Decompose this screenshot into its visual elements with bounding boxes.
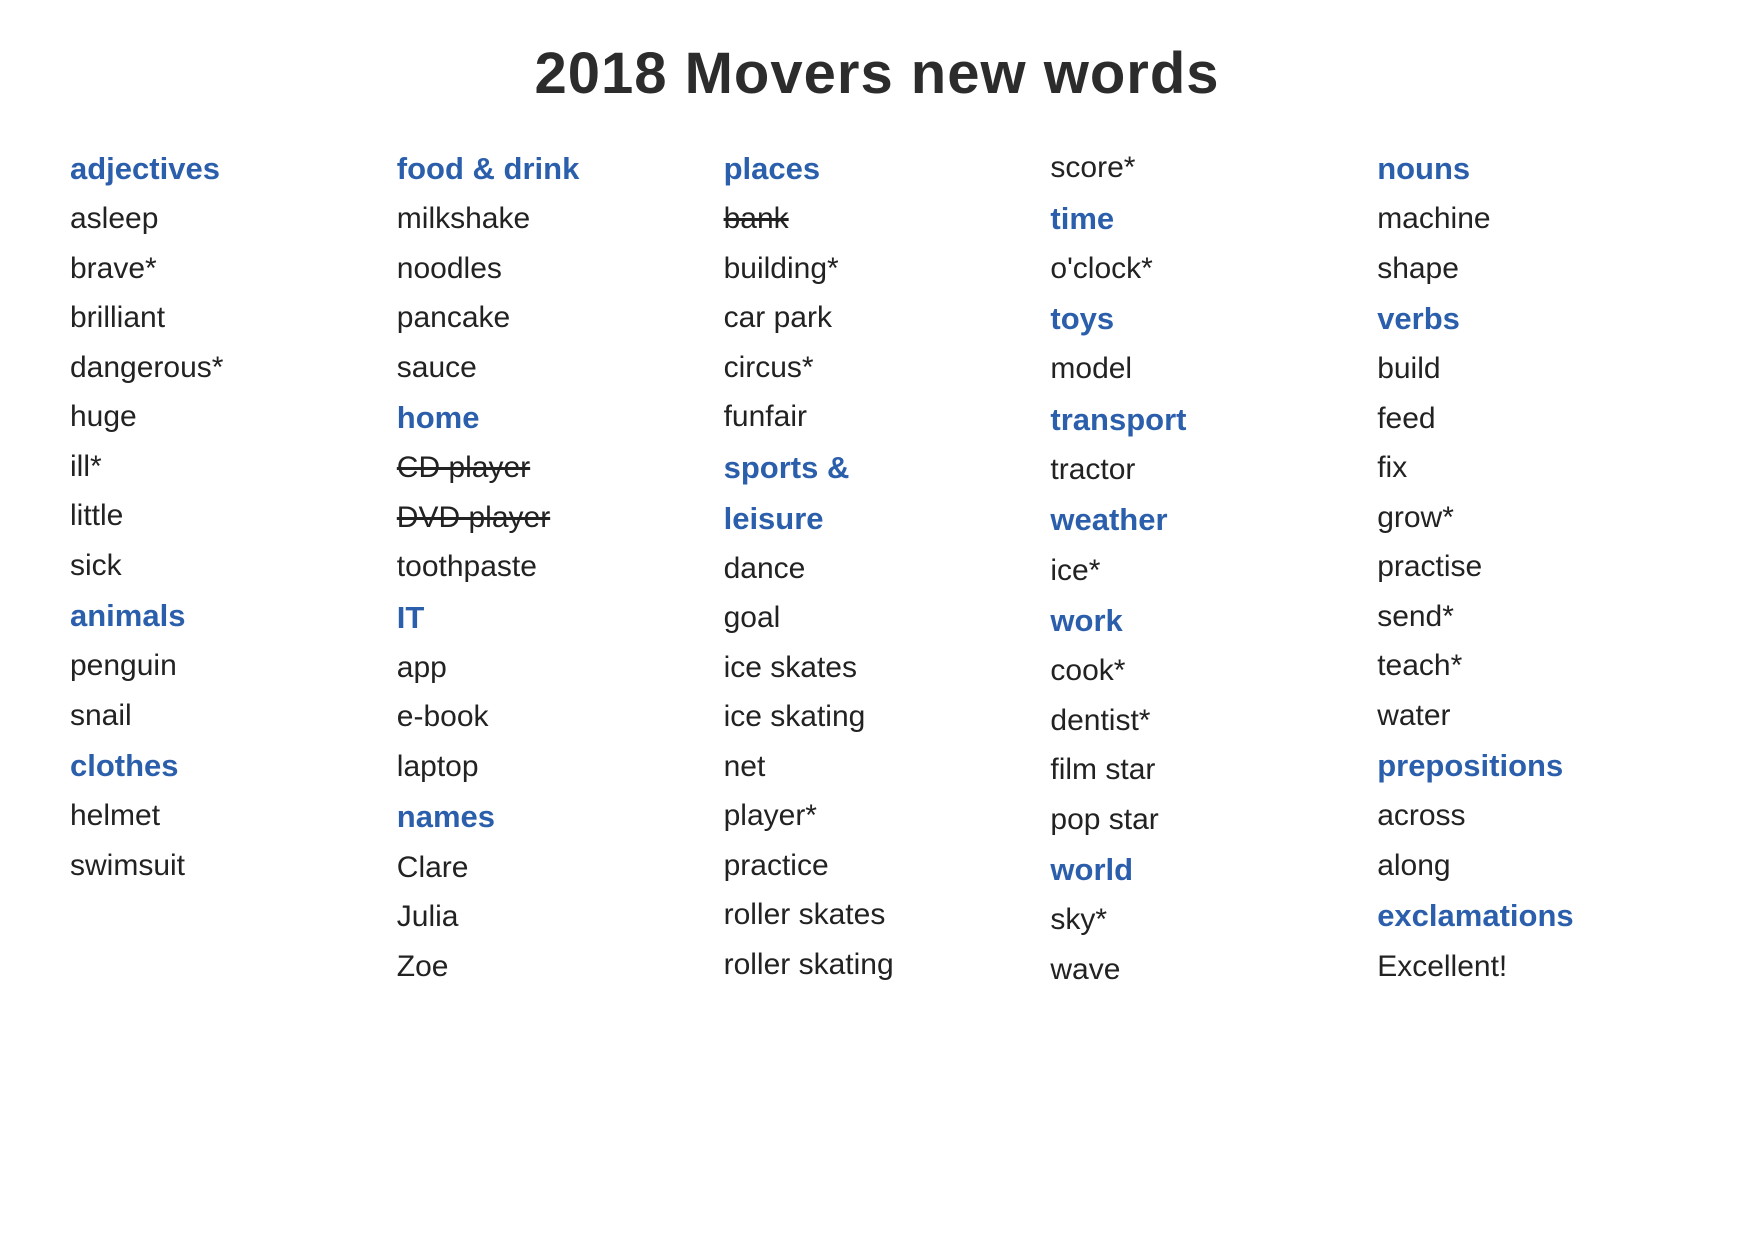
word-item: ill* bbox=[70, 442, 377, 492]
word-item: feed bbox=[1377, 394, 1684, 444]
word-item: funfair bbox=[724, 392, 1031, 442]
word-item: animals bbox=[70, 590, 377, 641]
word-item: IT bbox=[397, 592, 704, 643]
word-item: net bbox=[724, 742, 1031, 792]
word-item: ice* bbox=[1050, 546, 1357, 596]
word-item: places bbox=[724, 143, 1031, 194]
column-3: placesbankbuilding*car parkcircus*funfai… bbox=[714, 143, 1041, 994]
word-item: water bbox=[1377, 691, 1684, 741]
word-item: fix bbox=[1377, 443, 1684, 493]
word-item: practise bbox=[1377, 542, 1684, 592]
word-item: along bbox=[1377, 841, 1684, 891]
word-item: verbs bbox=[1377, 293, 1684, 344]
word-item: app bbox=[397, 643, 704, 693]
column-1: adjectivesasleepbrave*brilliantdangerous… bbox=[60, 143, 387, 994]
word-item: prepositions bbox=[1377, 740, 1684, 791]
word-item: film star bbox=[1050, 745, 1357, 795]
word-item: shape bbox=[1377, 244, 1684, 294]
word-item: build bbox=[1377, 344, 1684, 394]
word-item: noodles bbox=[397, 244, 704, 294]
word-item: roller skates bbox=[724, 890, 1031, 940]
word-item: exclamations bbox=[1377, 890, 1684, 941]
column-2: food & drinkmilkshakenoodlespancakesauce… bbox=[387, 143, 714, 994]
word-item: toothpaste bbox=[397, 542, 704, 592]
word-item: work bbox=[1050, 595, 1357, 646]
word-item: send* bbox=[1377, 592, 1684, 642]
word-item: world bbox=[1050, 844, 1357, 895]
word-item: Excellent! bbox=[1377, 942, 1684, 992]
word-item: circus* bbox=[724, 343, 1031, 393]
column-4: score*timeo'clock*toysmodeltransporttrac… bbox=[1040, 143, 1367, 994]
word-item: weather bbox=[1050, 494, 1357, 545]
word-item: pop star bbox=[1050, 795, 1357, 845]
word-item: clothes bbox=[70, 740, 377, 791]
word-item: huge bbox=[70, 392, 377, 442]
word-item: building* bbox=[724, 244, 1031, 294]
word-item: bank bbox=[724, 194, 1031, 244]
word-item: sick bbox=[70, 541, 377, 591]
word-item: swimsuit bbox=[70, 841, 377, 891]
word-item: score* bbox=[1050, 143, 1357, 193]
word-item: food & drink bbox=[397, 143, 704, 194]
word-item: dance bbox=[724, 544, 1031, 594]
word-item: milkshake bbox=[397, 194, 704, 244]
word-item: Julia bbox=[397, 892, 704, 942]
word-item: snail bbox=[70, 691, 377, 741]
word-item: machine bbox=[1377, 194, 1684, 244]
word-item: dentist* bbox=[1050, 696, 1357, 746]
word-item: o'clock* bbox=[1050, 244, 1357, 294]
word-item: asleep bbox=[70, 194, 377, 244]
word-item: names bbox=[397, 791, 704, 842]
word-item: toys bbox=[1050, 293, 1357, 344]
word-item: wave bbox=[1050, 945, 1357, 995]
word-item: teach* bbox=[1377, 641, 1684, 691]
word-item: pancake bbox=[397, 293, 704, 343]
word-grid: adjectivesasleepbrave*brilliantdangerous… bbox=[60, 143, 1694, 994]
word-item: leisure bbox=[724, 493, 1031, 544]
word-item: home bbox=[397, 392, 704, 443]
word-item: laptop bbox=[397, 742, 704, 792]
word-item: sky* bbox=[1050, 895, 1357, 945]
column-5: nounsmachineshapeverbsbuildfeedfixgrow*p… bbox=[1367, 143, 1694, 994]
word-item: across bbox=[1377, 791, 1684, 841]
word-item: sports & bbox=[724, 442, 1031, 493]
word-item: model bbox=[1050, 344, 1357, 394]
word-item: roller skating bbox=[724, 940, 1031, 990]
word-item: transport bbox=[1050, 394, 1357, 445]
word-item: Zoe bbox=[397, 942, 704, 992]
word-item: brilliant bbox=[70, 293, 377, 343]
word-item: nouns bbox=[1377, 143, 1684, 194]
word-item: time bbox=[1050, 193, 1357, 244]
word-item: ice skates bbox=[724, 643, 1031, 693]
word-item: CD player bbox=[397, 443, 704, 493]
word-item: dangerous* bbox=[70, 343, 377, 393]
word-item: practice bbox=[724, 841, 1031, 891]
word-item: e-book bbox=[397, 692, 704, 742]
word-item: DVD player bbox=[397, 493, 704, 543]
word-item: Clare bbox=[397, 843, 704, 893]
word-item: brave* bbox=[70, 244, 377, 294]
word-item: grow* bbox=[1377, 493, 1684, 543]
word-item: sauce bbox=[397, 343, 704, 393]
word-item: car park bbox=[724, 293, 1031, 343]
word-item: ice skating bbox=[724, 692, 1031, 742]
word-item: cook* bbox=[1050, 646, 1357, 696]
word-item: tractor bbox=[1050, 445, 1357, 495]
word-item: helmet bbox=[70, 791, 377, 841]
word-item: penguin bbox=[70, 641, 377, 691]
word-item: player* bbox=[724, 791, 1031, 841]
word-item: adjectives bbox=[70, 143, 377, 194]
page-title: 2018 Movers new words bbox=[60, 40, 1694, 107]
word-item: goal bbox=[724, 593, 1031, 643]
word-item: little bbox=[70, 491, 377, 541]
